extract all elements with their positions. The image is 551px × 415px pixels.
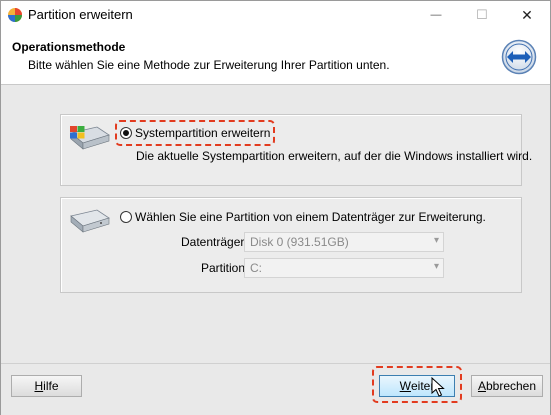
partition-field-label: Partition [201, 261, 246, 275]
help-hotkey: H [34, 379, 44, 393]
options-area: Systempartition erweitern Die aktuelle S… [1, 85, 550, 363]
help-label: ilfe [43, 379, 59, 393]
option-data-partition-label[interactable]: Wählen Sie eine Partition von einem Date… [135, 210, 486, 224]
partition-select[interactable]: C: ▾ [244, 258, 444, 278]
minimize-icon: — [430, 9, 442, 21]
highlight-system-option [115, 120, 275, 146]
close-icon: ✕ [521, 6, 533, 23]
highlight-next-button [372, 366, 462, 403]
option-system-partition-description: Die aktuelle Systempartition erweitern, … [136, 149, 533, 163]
cancel-button[interactable]: Abbrechen [471, 375, 543, 397]
chevron-down-icon: ▾ [433, 235, 439, 246]
radio-data-partition[interactable] [120, 211, 132, 223]
dialog-header: Operationsmethode Bitte wählen Sie eine … [1, 29, 550, 85]
option-data-partition-box: Wählen Sie eine Partition von einem Date… [60, 197, 522, 293]
page-subtitle: Bitte wählen Sie eine Methode zur Erweit… [28, 58, 390, 72]
arrows-resize-icon [501, 39, 537, 75]
disk-icon [70, 209, 110, 233]
disk-select[interactable]: Disk 0 (931.51GB) ▾ [244, 232, 444, 252]
app-logo-icon [8, 8, 22, 22]
cancel-label: bbrechen [485, 379, 537, 393]
partition-select-value: C: [250, 261, 262, 275]
minimize-button[interactable]: — [413, 1, 459, 29]
dialog-window: Partition erweitern — ☐ ✕ Operationsmeth… [0, 0, 551, 415]
disk-icon [70, 126, 110, 150]
mouse-cursor-icon [431, 377, 445, 397]
window-title: Partition erweitern [28, 7, 133, 22]
maximize-icon: ☐ [476, 7, 488, 22]
maximize-button[interactable]: ☐ [459, 1, 505, 29]
page-title: Operationsmethode [12, 40, 126, 54]
cancel-hotkey: A [477, 379, 486, 393]
chevron-down-icon: ▾ [433, 261, 439, 272]
disk-field-label: Datenträger [181, 235, 245, 249]
title-bar: Partition erweitern — ☐ ✕ [1, 1, 550, 29]
help-button[interactable]: Hilfe [11, 375, 82, 397]
disk-select-value: Disk 0 (931.51GB) [250, 235, 349, 249]
dialog-footer: Hilfe Weiter Abbrechen [1, 363, 550, 415]
close-button[interactable]: ✕ [504, 1, 550, 29]
